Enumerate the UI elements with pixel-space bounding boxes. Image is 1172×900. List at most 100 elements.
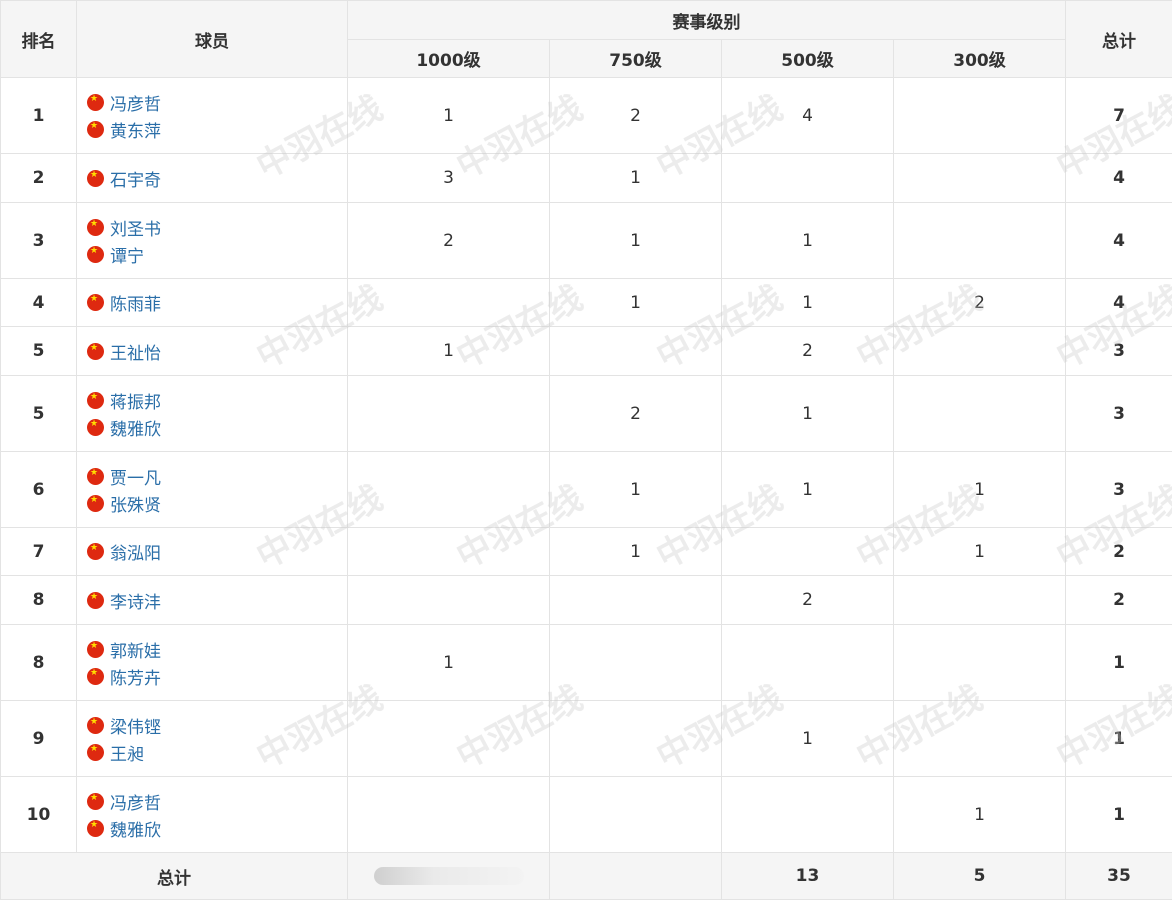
count-l500: 2	[721, 575, 894, 625]
player-name-link[interactable]: 谭宁	[110, 242, 144, 267]
count-l1000: 3	[347, 153, 550, 203]
players-cell: 冯彦哲黄东萍	[76, 77, 348, 154]
count-l500: 1	[721, 451, 894, 528]
count-l1000	[347, 700, 550, 777]
rank-cell: 8	[0, 575, 77, 625]
header-player: 球员	[76, 0, 348, 78]
players-cell: 冯彦哲魏雅欣	[76, 776, 348, 853]
count-l500	[721, 776, 894, 853]
china-flag-icon	[87, 218, 104, 236]
count-l750	[549, 624, 722, 701]
player-name-link[interactable]: 张殊贤	[110, 491, 161, 516]
count-l750: 1	[549, 202, 722, 279]
players-cell: 梁伟铿王昶	[76, 700, 348, 777]
china-flag-icon	[87, 743, 104, 761]
china-flag-icon	[87, 391, 104, 409]
count-l500: 2	[721, 326, 894, 376]
count-l1000: 2	[347, 202, 550, 279]
player-name-link[interactable]: 王祉怡	[110, 339, 161, 364]
player-name-link[interactable]: 李诗沣	[110, 588, 161, 613]
blurred-value	[373, 867, 524, 885]
player-entry: 王祉怡	[87, 338, 347, 365]
count-l750: 1	[549, 278, 722, 327]
players-cell: 翁泓阳	[76, 527, 348, 576]
table-row: 6贾一凡张殊贤1113	[0, 451, 1172, 528]
player-entry: 魏雅欣	[87, 414, 347, 441]
total-cell: 3	[1065, 375, 1172, 452]
count-l750: 1	[549, 451, 722, 528]
table-row: 9梁伟铿王昶11	[0, 700, 1172, 777]
china-flag-icon	[87, 169, 104, 187]
china-flag-icon	[87, 120, 104, 138]
player-name-link[interactable]: 王昶	[110, 740, 144, 765]
total-cell: 3	[1065, 451, 1172, 528]
player-entry: 石宇奇	[87, 165, 347, 192]
player-name-link[interactable]: 翁泓阳	[110, 539, 161, 564]
rank-cell: 3	[0, 202, 77, 279]
player-name-link[interactable]: 刘圣书	[110, 215, 161, 240]
header-rank: 排名	[0, 0, 77, 78]
count-l300: 1	[893, 451, 1066, 528]
count-l1000	[347, 375, 550, 452]
player-name-link[interactable]: 石宇奇	[110, 166, 161, 191]
count-l1000	[347, 278, 550, 327]
china-flag-icon	[87, 591, 104, 609]
count-l500: 1	[721, 202, 894, 279]
total-cell: 4	[1065, 202, 1172, 279]
header-total: 总计	[1065, 0, 1172, 78]
count-l1000	[347, 451, 550, 528]
table-row: 8郭新娃陈芳卉11	[0, 624, 1172, 701]
players-cell: 贾一凡张殊贤	[76, 451, 348, 528]
table-row: 7翁泓阳112	[0, 527, 1172, 576]
total-cell: 3	[1065, 326, 1172, 376]
count-l750: 1	[549, 153, 722, 203]
count-l300: 2	[893, 278, 1066, 327]
china-flag-icon	[87, 716, 104, 734]
players-cell: 石宇奇	[76, 153, 348, 203]
china-flag-icon	[87, 342, 104, 360]
count-l750: 2	[549, 77, 722, 154]
table-row: 8 李诗沣 2 2	[0, 575, 1172, 625]
player-name-link[interactable]: 陈雨菲	[110, 290, 161, 315]
total-cell: 1	[1065, 700, 1172, 777]
table-row: 4陈雨菲1124	[0, 278, 1172, 327]
header-level-500: 500级	[721, 39, 894, 78]
count-l300	[893, 326, 1066, 376]
count-l750	[549, 700, 722, 777]
rank-cell: 7	[0, 527, 77, 576]
count-l300	[893, 202, 1066, 279]
count-l1000	[347, 527, 550, 576]
count-l1000: 1	[347, 326, 550, 376]
china-flag-icon	[87, 467, 104, 485]
player-entry: 黄东萍	[87, 116, 347, 143]
players-cell: 郭新娃陈芳卉	[76, 624, 348, 701]
rank-cell: 1	[0, 77, 77, 154]
player-name-link[interactable]: 陈芳卉	[110, 664, 161, 689]
player-name-link[interactable]: 梁伟铿	[110, 713, 161, 738]
player-name-link[interactable]: 冯彦哲	[110, 789, 161, 814]
player-name-link[interactable]: 黄东萍	[110, 117, 161, 142]
rank-cell: 8	[0, 624, 77, 701]
table-row: 3刘圣书谭宁2114	[0, 202, 1172, 279]
player-name-link[interactable]: 魏雅欣	[110, 415, 161, 440]
count-l300	[893, 624, 1066, 701]
count-l300: 1	[893, 527, 1066, 576]
count-l750: 2	[549, 375, 722, 452]
china-flag-icon	[87, 93, 104, 111]
count-l1000	[347, 776, 550, 853]
total-cell: 2	[1065, 527, 1172, 576]
player-entry: 蒋振邦	[87, 387, 347, 414]
player-name-link[interactable]: 魏雅欣	[110, 816, 161, 841]
china-flag-icon	[87, 819, 104, 837]
player-name-link[interactable]: 冯彦哲	[110, 90, 161, 115]
player-entry: 谭宁	[87, 241, 347, 268]
china-flag-icon	[87, 792, 104, 810]
table-row: 2 石宇奇 31 4	[0, 153, 1172, 203]
player-name-link[interactable]: 郭新娃	[110, 637, 161, 662]
total-cell: 1	[1065, 624, 1172, 701]
players-cell: 刘圣书谭宁	[76, 202, 348, 279]
footer-l1000	[347, 852, 550, 900]
player-name-link[interactable]: 蒋振邦	[110, 388, 161, 413]
player-name-link[interactable]: 贾一凡	[110, 464, 161, 489]
count-l500: 1	[721, 278, 894, 327]
